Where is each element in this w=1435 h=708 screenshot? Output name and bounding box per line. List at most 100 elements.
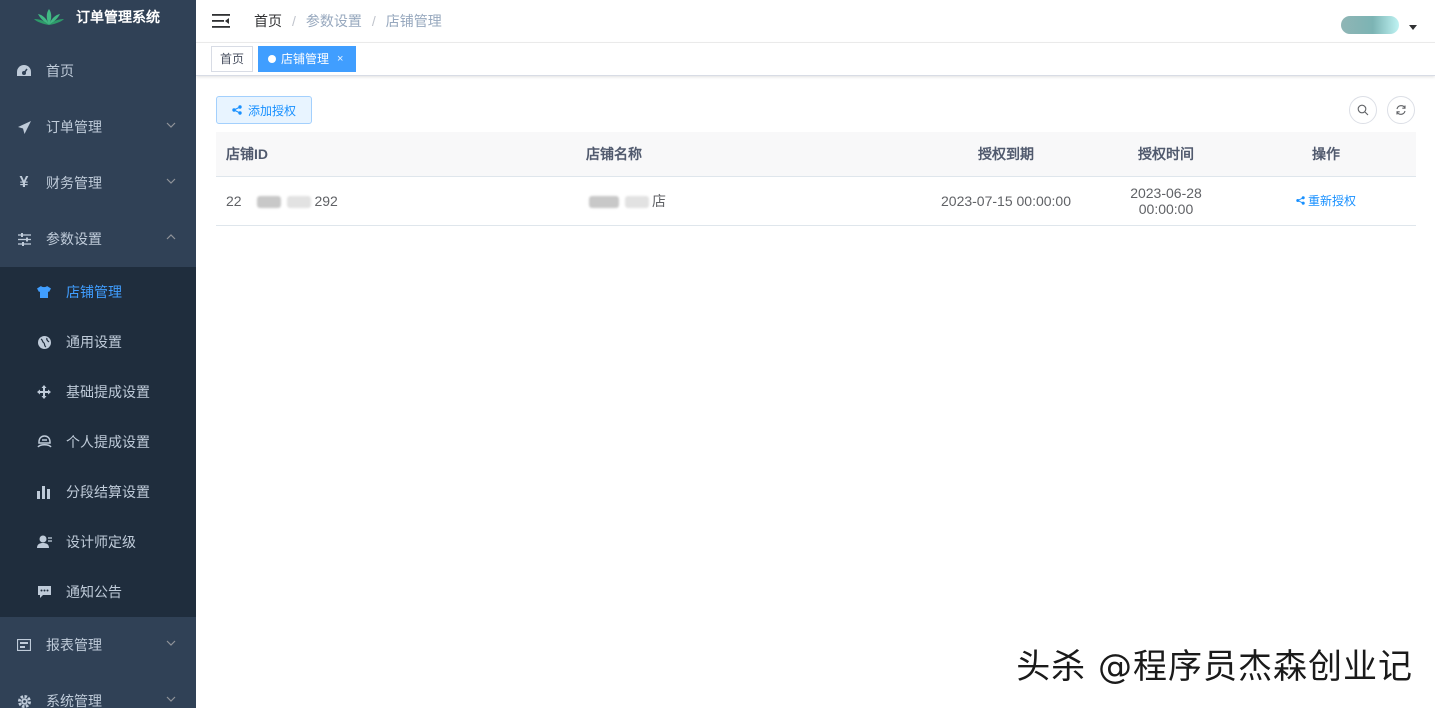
refresh-icon — [1396, 105, 1406, 115]
chevron-down-icon — [166, 696, 176, 702]
app-title: 订单管理系统 — [76, 9, 160, 25]
redacted-block — [625, 195, 649, 208]
search-icon — [1357, 104, 1369, 116]
sidebar-item-label: 通知公告 — [66, 584, 122, 600]
sidebar-item-label: 订单管理 — [46, 119, 102, 135]
store-table: 店铺ID 店铺名称 授权到期 授权时间 操作 22 292 店 2023-07-… — [216, 132, 1416, 226]
sidebar-item-finance[interactable]: ¥ 财务管理 — [0, 155, 196, 211]
chevron-down-icon — [166, 122, 176, 128]
sidebar-item-label: 系统管理 — [46, 693, 102, 708]
sidebar-item-personal-commission[interactable]: 个人提成设置 — [0, 417, 196, 467]
content: 添加授权 店铺ID 店铺名称 授权到期 授权时间 操作 22 292 店 202… — [196, 76, 1435, 246]
reauthorize-label: 重新授权 — [1307, 194, 1356, 208]
navbar: 首页 / 参数设置 / 店铺管理 — [196, 0, 1435, 43]
sidebar-item-label: 通用设置 — [66, 334, 122, 350]
breadcrumb-settings: 参数设置 — [305, 13, 362, 29]
col-auth-time: 授权时间 — [1096, 132, 1236, 177]
sliders-icon — [16, 231, 32, 247]
sidebar-item-notices[interactable]: 通知公告 — [0, 567, 196, 617]
chevron-down-icon — [166, 640, 176, 646]
user-icon — [36, 534, 52, 550]
sidebar-item-tiered-settlement[interactable]: 分段结算设置 — [0, 467, 196, 517]
cell-store-name: 店 — [576, 176, 916, 226]
chevron-up-icon — [166, 234, 176, 240]
tag-label: 首页 — [220, 52, 245, 66]
sidebar-item-settings[interactable]: 参数设置 — [0, 211, 196, 267]
sidebar-item-label: 基础提成设置 — [66, 384, 150, 400]
shirt-icon — [36, 284, 52, 300]
avatar[interactable] — [1341, 16, 1399, 34]
tags-view: 首页 店铺管理 × — [196, 43, 1435, 76]
sidebar-item-label: 报表管理 — [46, 637, 102, 653]
sidebar-item-label: 首页 — [46, 63, 74, 79]
gear-icon — [16, 693, 32, 708]
send-icon — [16, 119, 32, 135]
sidebar-item-home[interactable]: 首页 — [0, 43, 196, 99]
sidebar-item-base-commission[interactable]: 基础提成设置 — [0, 367, 196, 417]
sidebar-item-label: 财务管理 — [46, 175, 102, 191]
report-icon — [16, 637, 32, 653]
cell-auth-expire: 2023-07-15 00:00:00 — [916, 176, 1096, 226]
search-toggle-button[interactable] — [1349, 96, 1377, 124]
breadcrumb-separator: / — [371, 13, 376, 29]
sidebar-item-label: 个人提成设置 — [66, 434, 150, 450]
chevron-down-icon — [166, 178, 176, 184]
add-authorization-button[interactable]: 添加授权 — [216, 96, 313, 124]
cell-actions: 重新授权 — [1236, 176, 1416, 226]
user-menu[interactable] — [1341, 16, 1417, 34]
active-dot-icon — [268, 55, 277, 63]
globe-icon — [36, 334, 52, 350]
lotus-logo-icon — [34, 9, 64, 25]
col-store-name: 店铺名称 — [576, 132, 916, 177]
sidebar-item-label: 店铺管理 — [66, 284, 122, 300]
app-logo[interactable]: 订单管理系统 — [0, 0, 196, 34]
cell-store-id: 22 292 — [216, 176, 576, 226]
yen-icon: ¥ — [19, 174, 29, 191]
table-row: 22 292 店 2023-07-15 00:00:00 2023-06-28 … — [216, 176, 1416, 226]
tag-label: 店铺管理 — [281, 52, 330, 66]
caret-down-icon[interactable] — [1409, 24, 1417, 30]
col-actions: 操作 — [1236, 132, 1416, 177]
redacted-block — [257, 195, 282, 208]
menu-fold-icon[interactable] — [212, 13, 230, 29]
toolbar: 添加授权 — [216, 96, 1415, 124]
sidebar-item-label: 设计师定级 — [66, 534, 136, 550]
share-icon — [1296, 196, 1305, 205]
refresh-button[interactable] — [1387, 96, 1415, 124]
store-name-suffix: 店 — [652, 192, 666, 209]
watermark: 头杀 @程序员杰森创业记 — [1016, 647, 1413, 687]
breadcrumb-separator: / — [292, 13, 296, 29]
breadcrumb-home[interactable]: 首页 — [254, 11, 282, 31]
move-icon — [36, 384, 52, 400]
sidebar-item-orders[interactable]: 订单管理 — [0, 99, 196, 155]
message-icon — [36, 584, 52, 600]
redacted-block — [287, 195, 312, 208]
sidebar-item-general-settings[interactable]: 通用设置 — [0, 317, 196, 367]
main-area: 首页 / 参数设置 / 店铺管理 首页 店铺管理 × 添加授权 店铺ID 店铺名… — [196, 0, 1435, 708]
add-authorization-label: 添加授权 — [248, 103, 297, 118]
sidebar-item-reports[interactable]: 报表管理 — [0, 617, 196, 673]
bar-chart-icon — [36, 484, 52, 500]
reauthorize-button[interactable]: 重新授权 — [1296, 192, 1356, 209]
sidebar-item-system[interactable]: 系统管理 — [0, 673, 196, 708]
breadcrumb-store-management: 店铺管理 — [385, 13, 442, 29]
dashboard-icon — [16, 63, 32, 79]
settings-submenu: 店铺管理 通用设置 基础提成设置 个人提成设置 分段结算设置 设计师定级 通知公… — [0, 267, 196, 617]
sidebar: 订单管理系统 首页 订单管理 ¥ 财务管理 参数设置 店铺管理 通用设置 基础提… — [0, 0, 196, 708]
sidebar-item-designer-rank[interactable]: 设计师定级 — [0, 517, 196, 567]
sidebar-item-store-management[interactable]: 店铺管理 — [0, 267, 196, 317]
person-icon — [36, 434, 52, 450]
sidebar-item-label: 参数设置 — [46, 231, 102, 247]
sidebar-item-label: 分段结算设置 — [66, 484, 150, 500]
close-icon[interactable]: × — [337, 47, 343, 71]
redacted-block — [589, 195, 619, 208]
share-icon — [232, 105, 242, 115]
store-id-prefix: 22 — [226, 192, 242, 209]
breadcrumb: 首页 / 参数设置 / 店铺管理 — [254, 11, 442, 31]
tag-store-management[interactable]: 店铺管理 × — [258, 46, 357, 72]
col-store-id: 店铺ID — [216, 132, 576, 177]
store-id-suffix: 292 — [314, 192, 338, 209]
tag-home[interactable]: 首页 — [211, 46, 254, 72]
col-auth-expire: 授权到期 — [916, 132, 1096, 177]
cell-auth-time: 2023-06-28 00:00:00 — [1096, 176, 1236, 226]
